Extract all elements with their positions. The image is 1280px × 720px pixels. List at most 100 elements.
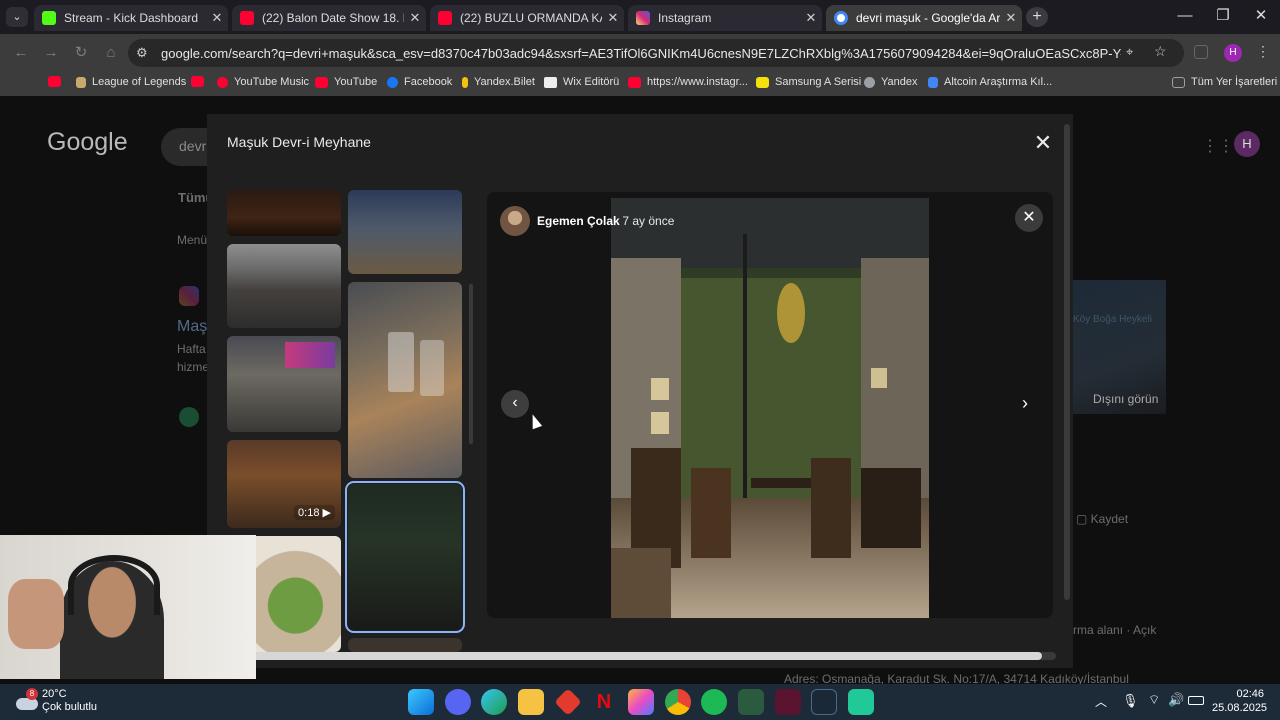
cloud-icon <box>16 698 38 710</box>
bookmark-youtube[interactable]: YouTube <box>315 76 377 88</box>
bookmark-star-icon[interactable]: ☆ <box>1154 43 1167 60</box>
apps-icon[interactable]: ⋮⋮ <box>1202 136 1234 156</box>
horizontal-scrollbar[interactable] <box>222 652 1056 660</box>
omnibox[interactable]: ⚙ google.com/search?q=devri+maşuk&sca_es… <box>128 39 1184 67</box>
volume-icon[interactable]: 🔊 <box>1168 692 1184 708</box>
tab-title: devri maşuk - Google'da Ara <box>856 11 1000 25</box>
gallery-thumbnail[interactable] <box>227 336 341 432</box>
hours-text: rma alanı · Açık <box>1073 623 1157 637</box>
author-avatar[interactable] <box>500 206 530 236</box>
restore-button[interactable]: ❐ <box>1204 0 1242 34</box>
file-explorer-icon[interactable] <box>518 689 544 715</box>
reload-icon[interactable]: ↻ <box>70 42 92 64</box>
close-tab-icon[interactable]: ✕ <box>602 10 624 26</box>
video-duration: 0:18 ▶ <box>294 505 335 520</box>
scrollbar-thumb[interactable] <box>230 652 1042 660</box>
gallery-thumbnail[interactable] <box>348 282 462 478</box>
bookmark-yandex-bilet[interactable]: Yandex.Bilet <box>462 76 535 88</box>
weather-widget[interactable]: 8 <box>14 688 40 714</box>
all-bookmarks[interactable]: Tüm Yer İşaretleri <box>1172 76 1277 88</box>
bookmark-altcoin[interactable]: Altcoin Araştırma Kıl... <box>928 76 1052 88</box>
close-viewer-button[interactable]: ✕ <box>1015 204 1043 232</box>
profile-avatar-page[interactable]: H <box>1234 131 1260 157</box>
tab-kick-dashboard[interactable]: Stream - Kick Dashboard ✕ <box>34 5 228 31</box>
close-window-button[interactable]: ✕ <box>1242 0 1280 34</box>
tab-instagram[interactable]: Instagram ✕ <box>628 5 822 31</box>
play-icon: ▶ <box>322 507 331 519</box>
gallery-title: Maşuk Devr-i Meyhane <box>227 134 371 150</box>
gallery-thumbnail[interactable] <box>348 190 462 274</box>
tab-balon-date-show[interactable]: (22) Balon Date Show 18. Bölüm ✕ <box>232 5 426 31</box>
clock[interactable]: 02:46 25.08.2025 <box>1212 687 1267 715</box>
site-info-icon[interactable]: ⚙ <box>136 45 148 61</box>
bookmark-yandex[interactable]: Yandex <box>864 76 918 88</box>
steam-icon[interactable] <box>811 689 837 715</box>
discord-icon[interactable] <box>445 689 471 715</box>
tab-search-button[interactable]: ⌄ <box>6 7 28 27</box>
app-red-diamond-icon[interactable] <box>554 688 582 716</box>
bookmark-wix-editor[interactable]: Wix Editörü <box>544 76 619 88</box>
youtube-icon <box>191 76 204 87</box>
extensions-icon[interactable] <box>1194 45 1208 59</box>
gallery-thumbnail[interactable] <box>227 190 341 236</box>
restaurant-interior-image <box>611 198 929 618</box>
location-icon[interactable]: ⌖ <box>1126 44 1133 60</box>
gallery-video-thumbnail[interactable]: 0:18 ▶ <box>227 440 341 528</box>
app-chart-icon[interactable] <box>738 689 764 715</box>
close-tab-icon[interactable]: ✕ <box>404 10 426 26</box>
map-photo[interactable]: Köy Boğa Heykeli Dışını görün <box>1073 280 1166 414</box>
tray-chevron-icon[interactable]: ︿ <box>1095 693 1107 710</box>
author-name[interactable]: Egemen Çolak <box>537 214 620 228</box>
edge-icon[interactable] <box>481 689 507 715</box>
profile-avatar[interactable]: H <box>1224 44 1242 62</box>
new-tab-button[interactable]: + <box>1026 7 1048 27</box>
chrome-icon[interactable] <box>665 689 691 715</box>
bookmark-youtube-music[interactable]: YouTube Music <box>217 76 309 88</box>
wifi-icon[interactable]: ⌔ <box>1148 692 1160 708</box>
bookmark-facebook[interactable]: Facebook <box>387 76 452 88</box>
weather-badge: 8 <box>26 688 38 700</box>
next-photo-button[interactable]: › <box>1011 390 1039 418</box>
youtube-icon <box>240 11 254 25</box>
app-pink-icon[interactable] <box>775 689 801 715</box>
place-desc-1: Hafta <box>177 342 206 356</box>
kick-icon <box>42 11 56 25</box>
tab-buzlu-ormanda-kamp[interactable]: (22) BUZLU ORMANDA KAMP - ✕ <box>430 5 624 31</box>
menu-icon[interactable]: ⋮ <box>1256 43 1270 60</box>
photo-screen <box>285 342 335 368</box>
gallery-thumbnail[interactable] <box>348 638 462 652</box>
back-icon[interactable]: ← <box>10 42 32 64</box>
microphone-icon[interactable]: 🎙 <box>1122 693 1139 709</box>
copilot-icon[interactable] <box>628 689 654 715</box>
bookmark-youtube-2[interactable] <box>191 76 210 87</box>
close-tab-icon[interactable]: ✕ <box>1000 10 1022 26</box>
place-title: Maş <box>177 318 208 335</box>
home-icon[interactable]: ⌂ <box>100 42 122 64</box>
bookmark-samsung[interactable]: Samsung A Serisi <box>756 76 861 88</box>
glass-shape <box>420 340 444 396</box>
outside-view-label[interactable]: Dışını görün <box>1093 392 1158 406</box>
gallery-thumbnail-selected[interactable] <box>345 481 465 633</box>
bookmark-youtube-1[interactable] <box>48 76 67 87</box>
thumbnail-scrollbar[interactable] <box>469 284 473 444</box>
save-button[interactable]: ▢ Kaydet <box>1076 512 1128 526</box>
close-tab-icon[interactable]: ✕ <box>206 10 228 26</box>
start-icon[interactable] <box>408 689 434 715</box>
vertical-scrollbar[interactable] <box>1064 124 1070 600</box>
gallery-thumbnail[interactable] <box>227 244 341 328</box>
close-tab-icon[interactable]: ✕ <box>800 10 822 26</box>
previous-photo-button[interactable]: ‹ <box>501 390 529 418</box>
battery-icon[interactable] <box>1188 696 1204 705</box>
bookmark-instagram-link[interactable]: https://www.instagr... <box>628 76 748 88</box>
forward-icon[interactable]: → <box>40 42 62 64</box>
youtube-music-icon <box>217 76 228 88</box>
tab-google-search[interactable]: devri maşuk - Google'da Ara ✕ <box>826 5 1022 31</box>
app-green-icon[interactable] <box>848 689 874 715</box>
close-gallery-button[interactable]: ✕ <box>1032 130 1054 156</box>
netflix-icon[interactable]: N <box>591 689 617 715</box>
google-logo[interactable]: Google <box>47 128 128 157</box>
spotify-icon[interactable] <box>701 689 727 715</box>
bookmark-league-of-legends[interactable]: League of Legends <box>76 76 186 88</box>
minimize-button[interactable]: — <box>1166 0 1204 34</box>
youtube-icon <box>315 76 328 88</box>
